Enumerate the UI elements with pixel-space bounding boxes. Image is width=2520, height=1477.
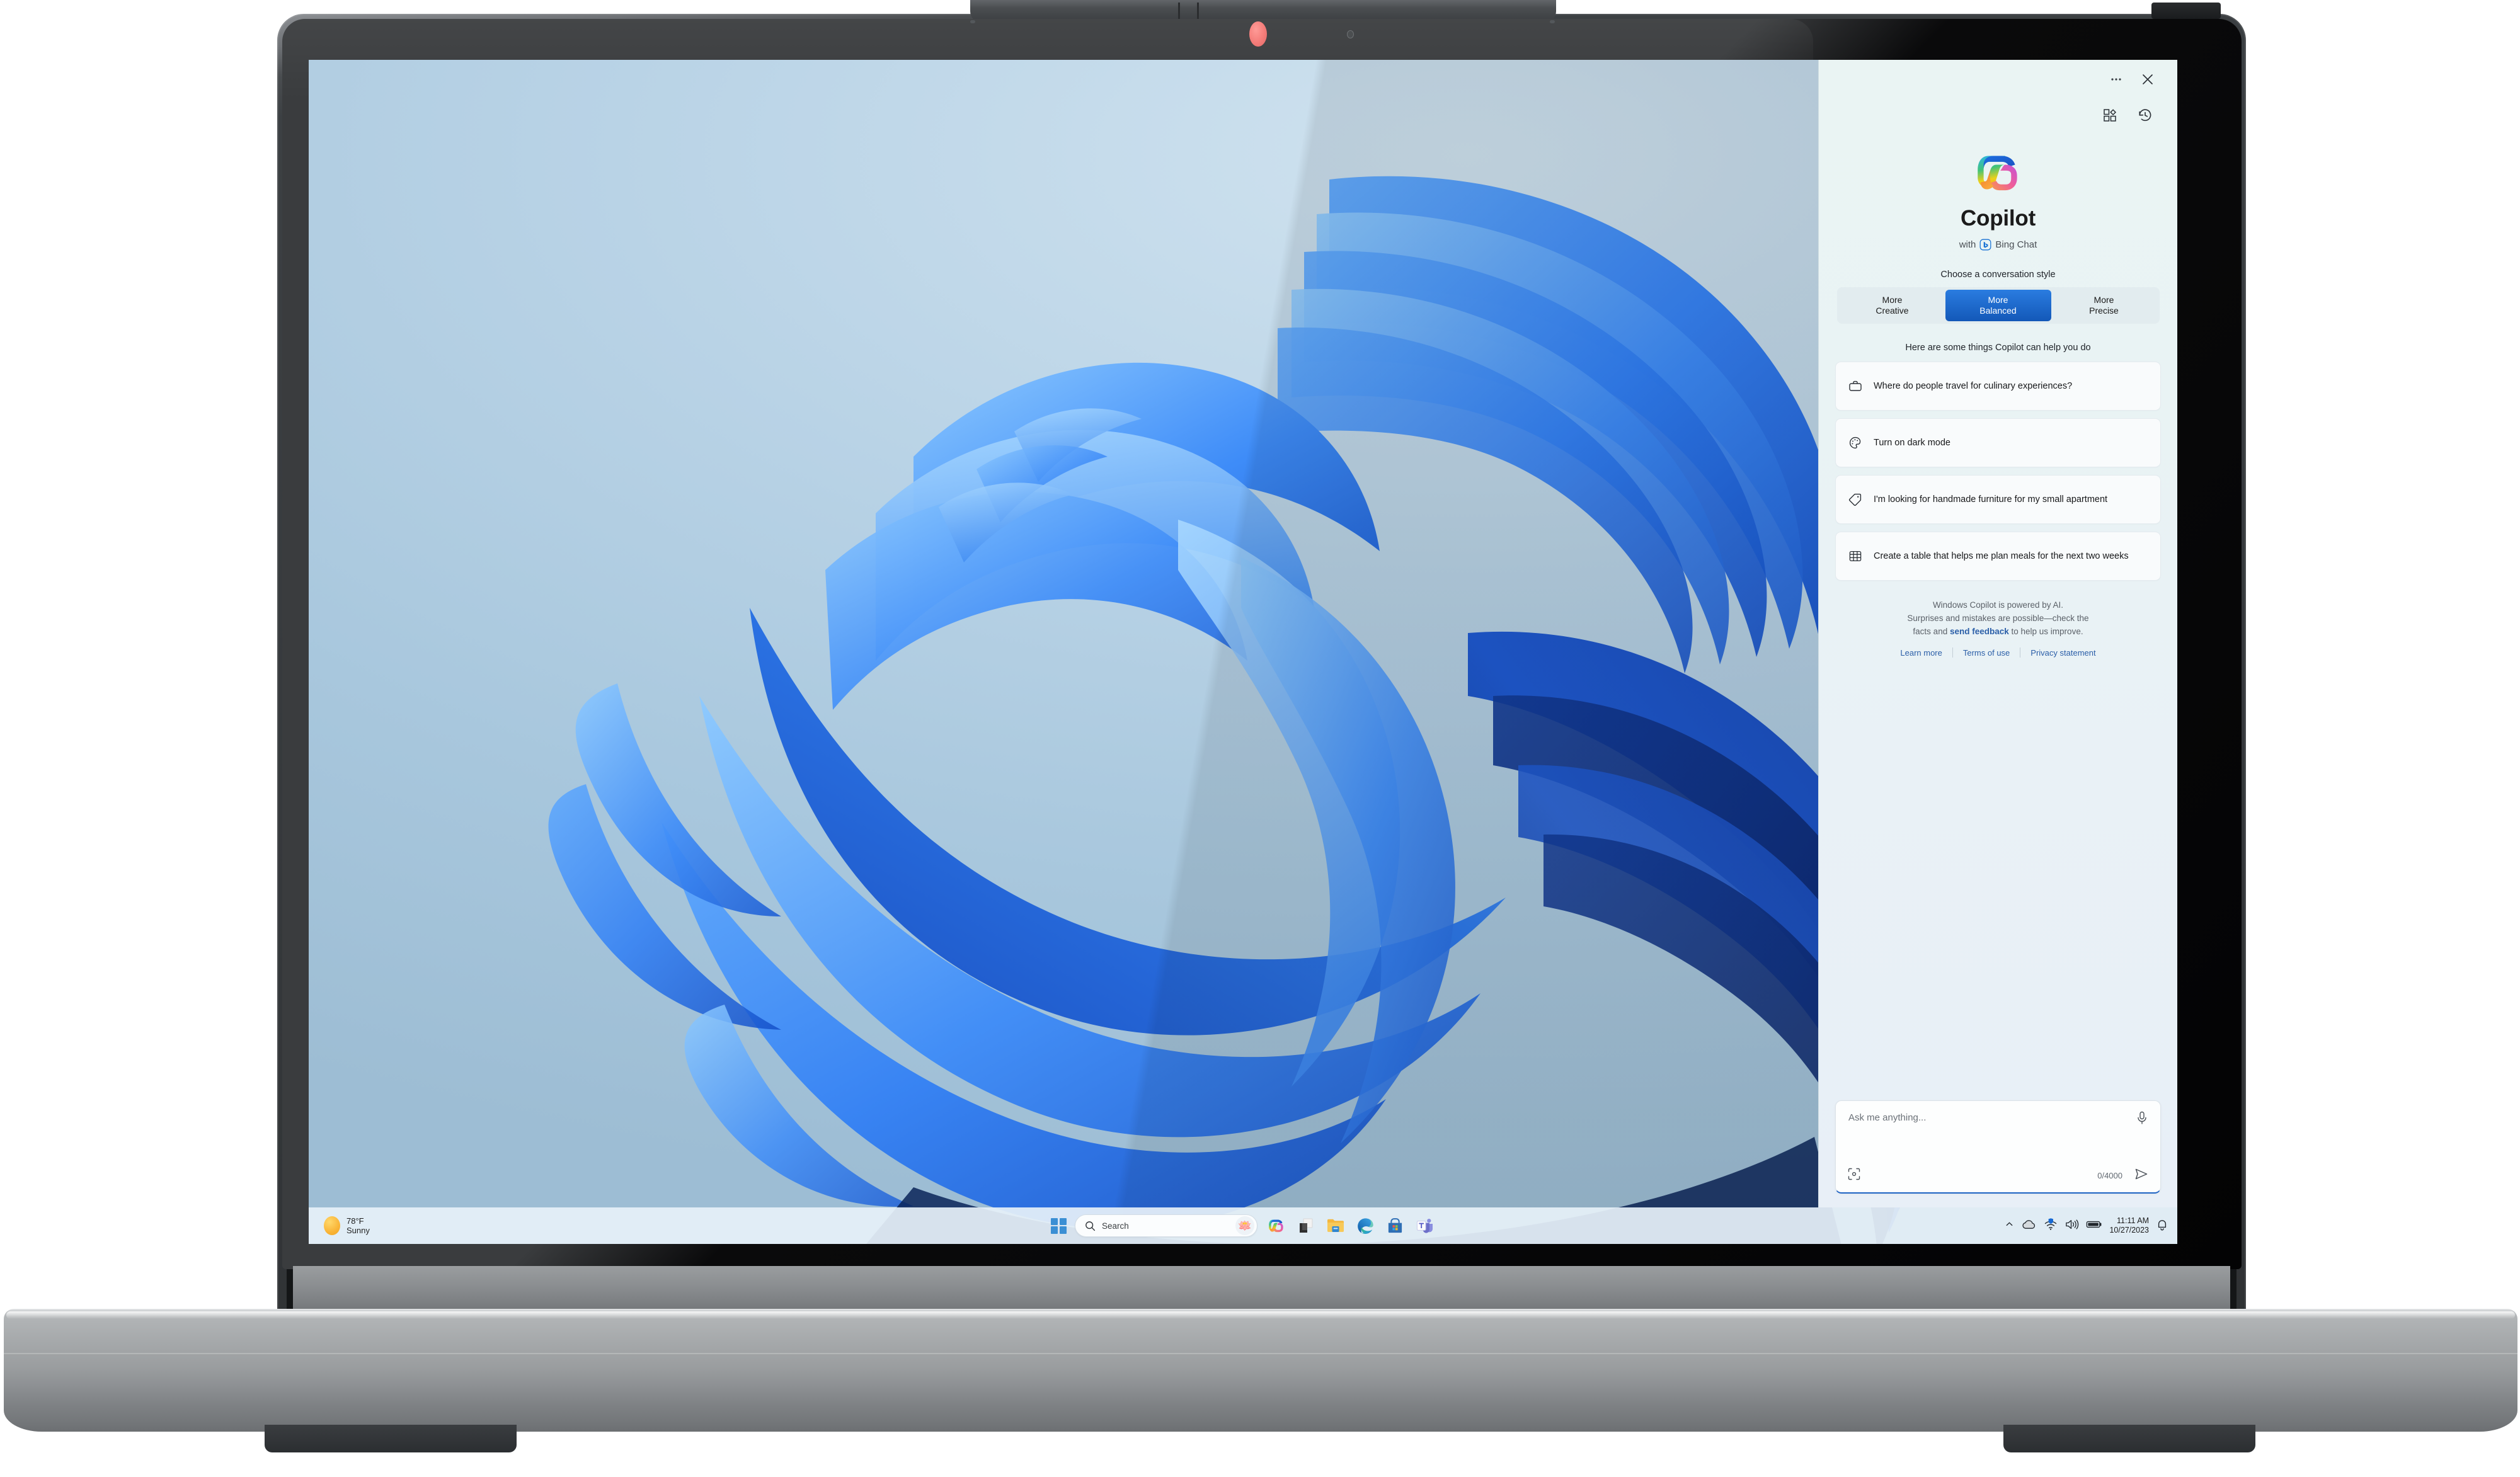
privacy-statement-link[interactable]: Privacy statement: [2020, 648, 2105, 658]
microsoft-store-icon[interactable]: [1384, 1215, 1406, 1236]
character-counter: 0/4000: [2097, 1171, 2122, 1180]
search-input[interactable]: Search 🪷: [1075, 1214, 1257, 1237]
microphone-hole: [970, 20, 975, 23]
bing-icon: [1979, 239, 1991, 251]
disclaimer-line-1: Windows Copilot is powered by AI.: [1932, 600, 2064, 610]
disclaimer-line-3-pre: facts and: [1913, 627, 1950, 636]
chat-input-placeholder: Ask me anything...: [1848, 1112, 1927, 1123]
tag-icon: [1847, 491, 1864, 508]
edge-icon[interactable]: [1354, 1215, 1376, 1236]
copilot-logo: [1977, 156, 2017, 191]
history-icon: [2139, 109, 2151, 122]
style-label-line2: Balanced: [1979, 305, 2017, 316]
tray-overflow-button[interactable]: [2005, 1219, 2014, 1232]
start-button[interactable]: [1051, 1218, 1067, 1234]
clock[interactable]: 11:11 AM 10/27/2023: [2109, 1216, 2149, 1235]
plugins-button[interactable]: [2097, 105, 2123, 126]
laptop-hinge: [293, 1266, 2230, 1315]
file-explorer-widget-icon[interactable]: [1295, 1215, 1317, 1236]
terms-of-use-link[interactable]: Terms of use: [1953, 648, 2020, 658]
style-label-line2: Precise: [2089, 305, 2119, 316]
clock-time: 11:11 AM: [2117, 1216, 2149, 1225]
microphone-icon[interactable]: [2135, 1110, 2149, 1129]
camera-bump-slit: [2151, 3, 2221, 19]
cloud-icon[interactable]: [2021, 1218, 2037, 1234]
disclaimer-line-2: Surprises and mistakes are possible—chec…: [1907, 613, 2089, 623]
camera-privacy-led: [1347, 30, 1354, 38]
palette-icon: [1847, 435, 1864, 451]
search-icon: [1085, 1221, 1096, 1231]
suggestion-card[interactable]: I'm looking for handmade furniture for m…: [1835, 475, 2161, 524]
more-options-button[interactable]: [2103, 69, 2129, 90]
suggestion-card[interactable]: Create a table that helps me plan meals …: [1835, 532, 2161, 581]
laptop-base: [4, 1309, 2517, 1432]
suggestion-card[interactable]: Where do people travel for culinary expe…: [1835, 362, 2161, 411]
send-icon[interactable]: [2134, 1166, 2149, 1185]
taskbar-center-group: Search 🪷: [309, 1214, 2177, 1237]
laptop-screen: Copilot with Bing Chat Choose a conversa…: [309, 60, 2177, 1244]
suggestion-text: Where do people travel for culinary expe…: [1874, 380, 2073, 391]
close-icon: [2143, 74, 2153, 84]
style-label-line1: More: [1882, 295, 1903, 305]
send-feedback-link[interactable]: send feedback: [1950, 627, 2009, 636]
conversation-style-group: More Creative More Balanced More Precise: [1836, 287, 2160, 324]
subtitle-prefix: with: [1959, 239, 1976, 250]
lotus-icon[interactable]: 🪷: [1235, 1216, 1254, 1235]
scan-icon[interactable]: [1847, 1167, 1861, 1184]
laptop-foot: [2003, 1425, 2255, 1452]
laptop-device: Copilot with Bing Chat Choose a conversa…: [0, 0, 2520, 1477]
style-more-precise-button[interactable]: More Precise: [2051, 290, 2157, 321]
composer-area: Ask me anything... 0/4000: [1819, 1089, 2177, 1207]
style-label-line2: Creative: [1876, 305, 1909, 316]
conversation-style-label: Choose a conversation style: [1940, 270, 2056, 280]
disclaimer-line-3-post: to help us improve.: [2008, 627, 2083, 636]
history-button[interactable]: [2132, 105, 2158, 126]
footer-links: Learn more Terms of use Privacy statemen…: [1835, 647, 2161, 658]
plugins-icon: [2104, 109, 2117, 122]
style-more-creative-button[interactable]: More Creative: [1840, 290, 1945, 321]
style-label-line1: More: [2093, 295, 2114, 305]
copilot-taskbar-icon[interactable]: [1266, 1215, 1287, 1236]
bell-icon[interactable]: [2156, 1218, 2168, 1234]
speaker-icon[interactable]: [2065, 1218, 2079, 1234]
subtitle-brand: Bing Chat: [1995, 239, 2037, 250]
search-placeholder: Search: [1102, 1221, 1129, 1231]
composer-bottom-row: 0/4000: [1847, 1166, 2149, 1185]
ai-disclaimer: Windows Copilot is powered by AI. Surpri…: [1835, 598, 2161, 638]
copilot-titlebar: [1819, 60, 2177, 99]
suggestions-heading: Here are some things Copilot can help yo…: [1905, 343, 2091, 353]
copilot-toolbar: [1819, 99, 2177, 132]
teams-icon[interactable]: [1414, 1215, 1435, 1236]
system-tray: 11:11 AM 10/27/2023: [2005, 1216, 2168, 1235]
style-label-line1: More: [1988, 295, 2008, 305]
style-more-balanced-button[interactable]: More Balanced: [1945, 290, 2051, 321]
suggestion-card[interactable]: Turn on dark mode: [1835, 418, 2161, 467]
clock-date: 10/27/2023: [2109, 1226, 2149, 1235]
windows-taskbar: 78°F Sunny Search 🪷 11:11 AM 10/27/2023: [309, 1207, 2177, 1244]
chat-input-box[interactable]: Ask me anything... 0/4000: [1835, 1100, 2161, 1194]
table-icon: [1847, 548, 1864, 564]
laptop-foot: [265, 1425, 517, 1452]
file-explorer-icon[interactable]: [1325, 1215, 1346, 1236]
microphone-hole: [1550, 20, 1555, 23]
briefcase-icon: [1847, 378, 1864, 394]
close-button[interactable]: [2134, 69, 2161, 90]
learn-more-link[interactable]: Learn more: [1890, 648, 1952, 658]
copilot-panel: Copilot with Bing Chat Choose a conversa…: [1818, 60, 2177, 1207]
laptop-base-highlight: [6, 1311, 2515, 1319]
page-title: Copilot: [1960, 206, 2036, 231]
copilot-content: Copilot with Bing Chat Choose a conversa…: [1819, 132, 2177, 1089]
webcam: [1249, 21, 1267, 47]
copilot-subtitle: with Bing Chat: [1835, 239, 2161, 251]
suggestion-text: Create a table that helps me plan meals …: [1874, 550, 2129, 561]
wifi-icon[interactable]: [2044, 1218, 2058, 1234]
suggestion-text: I'm looking for handmade furniture for m…: [1874, 494, 2108, 505]
suggestion-text: Turn on dark mode: [1874, 437, 1950, 448]
battery-icon[interactable]: [2086, 1219, 2102, 1233]
suggestion-card-list: Where do people travel for culinary expe…: [1835, 362, 2161, 581]
